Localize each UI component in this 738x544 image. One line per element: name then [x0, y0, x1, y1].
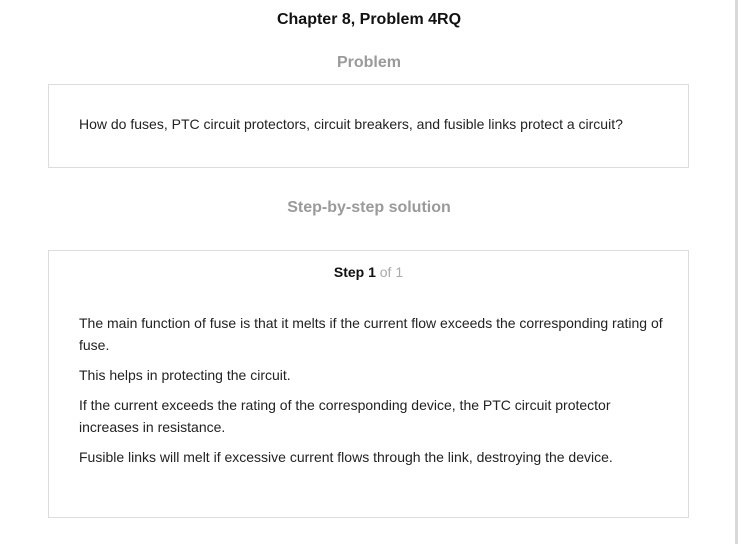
step-paragraph: Fusible links will melt if excessive cur…: [79, 449, 613, 465]
solution-card: Step 1 of 1 The main function of fuse is…: [48, 250, 689, 518]
problem-heading: Problem: [336, 54, 401, 71]
step-paragraph: If the current exceeds the rating of the…: [79, 397, 611, 435]
problem-card: How do fuses, PTC circuit protectors, ci…: [48, 84, 689, 168]
solution-heading: Step-by-step solution: [287, 199, 451, 216]
step-paragraph: The main function of fuse is that it mel…: [79, 315, 663, 353]
step-number: Step 1: [333, 264, 376, 280]
step-indicator: Step 1 of 1: [49, 264, 688, 280]
problem-text: How do fuses, PTC circuit protectors, ci…: [79, 116, 623, 132]
step-body: The main function of fuse is that it mel…: [79, 312, 664, 476]
chapter-title: Chapter 8, Problem 4RQ: [276, 11, 462, 28]
step-paragraph: This helps in protecting the circuit.: [79, 367, 291, 383]
step-total: of 1: [379, 264, 404, 280]
